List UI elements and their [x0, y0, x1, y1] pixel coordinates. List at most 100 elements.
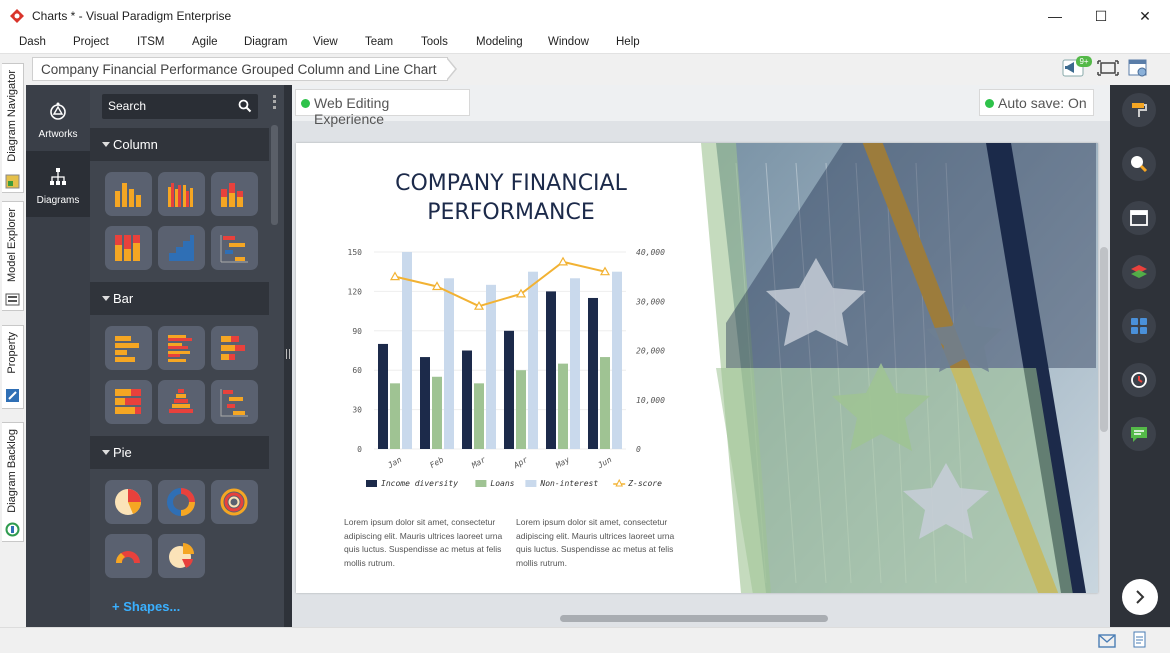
- column-chart-icon: [115, 183, 141, 207]
- pyramid-bar-chart-tile[interactable]: [158, 380, 205, 424]
- close-button[interactable]: ✕: [1122, 0, 1168, 32]
- gantt-column-icon: [220, 235, 248, 263]
- grouped-column-icon: [168, 183, 193, 207]
- ring-chart-tile[interactable]: [211, 480, 258, 524]
- legend-label: Income diversity: [381, 479, 458, 488]
- palette-search-input[interactable]: Search: [102, 94, 258, 119]
- tab-model-explorer-label: Model Explorer: [6, 208, 18, 282]
- tab-property-label: Property: [6, 332, 18, 374]
- percent-column-chart-tile[interactable]: [105, 226, 152, 270]
- section-column[interactable]: Column: [90, 128, 269, 161]
- model-explorer-icon: [5, 293, 20, 306]
- y-right-tick-label: 0: [636, 445, 641, 454]
- fit-to-screen-icon[interactable]: [1097, 58, 1119, 78]
- bar-loans: [558, 363, 568, 449]
- donut-chart-tile[interactable]: [158, 480, 205, 524]
- menu-project[interactable]: Project: [73, 36, 109, 48]
- menu-diagram[interactable]: Diagram: [244, 36, 287, 48]
- section-bar[interactable]: Bar: [90, 282, 269, 315]
- financial-chart[interactable]: 0 30 60 90 120 150 0 10,000 20,000 30,000 40,000 Ja…: [296, 143, 716, 513]
- stacked-column-chart-tile[interactable]: [211, 172, 258, 216]
- nav-diagrams[interactable]: Diagrams: [26, 151, 90, 217]
- stacked-bar-icon: [221, 336, 245, 360]
- search-icon[interactable]: [238, 99, 252, 113]
- menu-help[interactable]: Help: [616, 36, 640, 48]
- canvas-horizontal-scrollbar[interactable]: [560, 615, 828, 622]
- gantt-bar-chart-tile[interactable]: [211, 380, 258, 424]
- semi-donut-chart-tile[interactable]: [105, 534, 152, 578]
- web-editing-badge[interactable]: Web Editing Experience: [295, 89, 470, 127]
- percent-bar-chart-tile[interactable]: [105, 380, 152, 424]
- magnifier-icon: [1131, 156, 1148, 173]
- menu-modeling[interactable]: Modeling: [476, 36, 523, 48]
- palette-menu-grip-icon[interactable]: [273, 95, 276, 109]
- percent-column-icon: [115, 235, 140, 261]
- gantt-column-chart-tile[interactable]: [211, 226, 258, 270]
- legend-label: Z-score: [627, 479, 662, 488]
- ring-chart-icon: [220, 488, 248, 516]
- x-tick-label: Jan: [385, 455, 403, 471]
- comments-button[interactable]: [1122, 417, 1156, 451]
- menu-itsm[interactable]: ITSM: [137, 36, 164, 48]
- search-diagram-button[interactable]: [1122, 147, 1156, 181]
- mail-icon[interactable]: [1098, 634, 1116, 648]
- document-edit-icon[interactable]: [1132, 631, 1148, 649]
- history-button[interactable]: [1122, 363, 1156, 397]
- grid-panel-button[interactable]: [1122, 309, 1156, 343]
- left-side-tabs: Diagram Navigator Model Explorer Propert…: [0, 55, 26, 627]
- panel-button[interactable]: [1122, 201, 1156, 235]
- tab-diagram-backlog[interactable]: Diagram Backlog: [2, 422, 24, 542]
- bar-loans: [516, 370, 526, 449]
- palette-nav-rail: Artworks Diagrams: [26, 85, 90, 627]
- grouped-bar-chart-tile[interactable]: [158, 326, 205, 370]
- breadcrumb[interactable]: Company Financial Performance Grouped Co…: [32, 57, 448, 81]
- pie-chart-tile[interactable]: [105, 480, 152, 524]
- legend-label: Loans: [490, 479, 514, 488]
- menu-view[interactable]: View: [313, 36, 338, 48]
- right-toolbar: [1110, 85, 1170, 627]
- nav-artworks[interactable]: Artworks: [26, 85, 90, 151]
- splitter-grip[interactable]: [286, 349, 290, 359]
- menu-tools[interactable]: Tools: [421, 36, 448, 48]
- x-tick-label: Jun: [595, 455, 613, 471]
- section-pie[interactable]: Pie: [90, 436, 269, 469]
- y-left-tick-label: 60: [352, 366, 362, 375]
- palette-splitter[interactable]: [284, 85, 292, 627]
- add-shapes-link[interactable]: + Shapes...: [112, 599, 180, 614]
- menu-window[interactable]: Window: [548, 36, 589, 48]
- minimize-button[interactable]: —: [1032, 0, 1078, 32]
- palette-scrollbar[interactable]: [271, 125, 278, 225]
- menu-team[interactable]: Team: [365, 36, 393, 48]
- toolbar: Company Financial Performance Grouped Co…: [0, 55, 1170, 85]
- autosave-badge[interactable]: Auto save: On: [979, 89, 1094, 116]
- maximize-button[interactable]: ☐: [1078, 0, 1124, 32]
- bar-non-interest: [612, 271, 622, 449]
- diagram-canvas[interactable]: Web Editing Experience Auto save: On COM…: [292, 85, 1110, 627]
- infographic-slide[interactable]: COMPANY FINANCIAL PERFORMANCE 0 30 60 90 120…: [296, 143, 1098, 593]
- section-bar-label: Bar: [113, 291, 134, 306]
- grouped-column-chart-tile[interactable]: [158, 172, 205, 216]
- tab-model-explorer[interactable]: Model Explorer: [2, 201, 24, 311]
- section-column-label: Column: [113, 137, 158, 152]
- canvas-vertical-scrollbar[interactable]: [1100, 247, 1108, 432]
- history-icon: [1131, 372, 1147, 388]
- section-pie-label: Pie: [113, 445, 132, 460]
- format-painter-button[interactable]: [1122, 93, 1156, 127]
- tab-diagram-navigator[interactable]: Diagram Navigator: [2, 63, 24, 193]
- expand-panel-button[interactable]: [1122, 579, 1158, 615]
- y-left-tick-label: 30: [352, 406, 362, 415]
- bar-chart-tile[interactable]: [105, 326, 152, 370]
- bar-chart-icon: [115, 336, 139, 362]
- layers-button[interactable]: [1122, 255, 1156, 289]
- stacked-bar-chart-tile[interactable]: [211, 326, 258, 370]
- column-chart-tile[interactable]: [105, 172, 152, 216]
- exploded-pie-chart-tile[interactable]: [158, 534, 205, 578]
- menu-dash[interactable]: Dash: [19, 36, 46, 48]
- menu-agile[interactable]: Agile: [192, 36, 218, 48]
- lorem-paragraph-1: Lorem ipsum dolor sit amet, consectetur …: [344, 517, 503, 568]
- tab-property[interactable]: Property: [2, 325, 24, 409]
- chevron-right-icon: [1136, 590, 1145, 604]
- step-column-chart-tile[interactable]: [158, 226, 205, 270]
- chevron-down-icon: [102, 142, 110, 147]
- layout-settings-icon[interactable]: [1127, 58, 1149, 78]
